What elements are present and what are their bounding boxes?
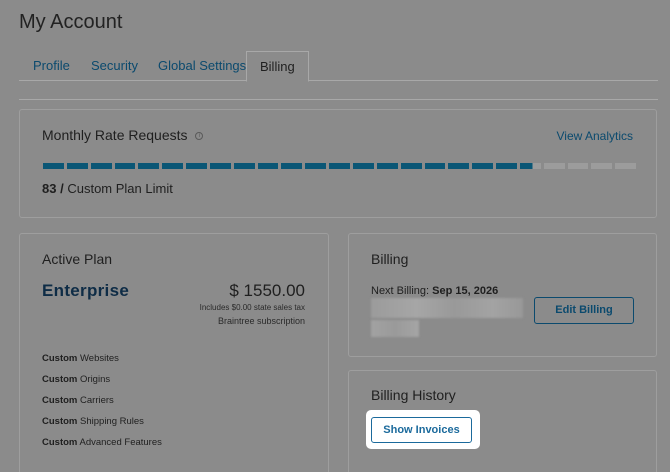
tab-security[interactable]: Security bbox=[91, 51, 138, 81]
progress-segment bbox=[591, 163, 613, 169]
usage-limit-label: Custom Plan Limit bbox=[67, 181, 173, 196]
billing-card: Billing Next Billing: Sep 15, 2026 Edit … bbox=[348, 233, 657, 357]
progress-segment bbox=[66, 163, 88, 169]
plan-feature: Custom Origins bbox=[42, 374, 162, 395]
progress-segment bbox=[43, 163, 64, 169]
plan-features-list: Custom Websites Custom Origins Custom Ca… bbox=[42, 353, 162, 458]
feature-label: Advanced Features bbox=[79, 437, 162, 448]
next-billing: Next Billing: Sep 15, 2026 bbox=[371, 285, 498, 297]
show-invoices-button[interactable]: Show Invoices bbox=[371, 417, 472, 443]
progress-segment bbox=[90, 163, 112, 169]
feature-label: Websites bbox=[80, 353, 119, 364]
progress-segment bbox=[305, 163, 327, 169]
plan-name: Enterprise bbox=[42, 281, 130, 300]
feature-label: Shipping Rules bbox=[80, 416, 144, 427]
plan-feature: Custom Advanced Features bbox=[42, 437, 162, 458]
info-icon[interactable]: i bbox=[195, 132, 204, 141]
progress-segment bbox=[448, 163, 470, 169]
usage-count: 83 bbox=[42, 181, 57, 196]
section-divider bbox=[19, 99, 658, 100]
edit-billing-button[interactable]: Edit Billing bbox=[534, 297, 634, 324]
tax-note: Includes $0.00 state sales tax bbox=[199, 303, 305, 312]
usage-progress-bar bbox=[43, 163, 637, 171]
rate-requests-card: Monthly Rate Requests i View Analytics 8… bbox=[19, 109, 657, 218]
progress-segment bbox=[472, 163, 494, 169]
subscription-provider: Braintree subscription bbox=[217, 316, 305, 326]
feature-qualifier: Custom bbox=[42, 374, 78, 385]
tab-profile[interactable]: Profile bbox=[33, 51, 70, 81]
feature-label: Carriers bbox=[80, 395, 114, 406]
redacted-payment-info bbox=[371, 320, 419, 337]
feature-label: Origins bbox=[80, 374, 111, 385]
feature-qualifier: Custom bbox=[42, 416, 78, 427]
progress-segment bbox=[543, 163, 565, 169]
progress-segment bbox=[376, 163, 398, 169]
progress-segment bbox=[352, 163, 374, 169]
active-plan-card: Active Plan Enterprise $ 1550.00 Include… bbox=[19, 233, 329, 472]
progress-segment bbox=[233, 163, 255, 169]
feature-qualifier: Custom bbox=[42, 437, 78, 448]
progress-segment bbox=[209, 163, 231, 169]
active-plan-heading: Active Plan bbox=[42, 251, 113, 267]
progress-segment bbox=[114, 163, 136, 169]
feature-qualifier: Custom bbox=[42, 353, 78, 364]
progress-segment bbox=[138, 163, 160, 169]
redacted-payment-info bbox=[371, 298, 523, 318]
plan-feature: Custom Carriers bbox=[42, 395, 162, 416]
progress-segment bbox=[329, 163, 350, 169]
progress-segment bbox=[281, 163, 303, 169]
next-billing-date: Sep 15, 2026 bbox=[432, 285, 499, 297]
tab-billing[interactable]: Billing bbox=[246, 51, 309, 82]
progress-segment bbox=[567, 163, 589, 169]
rate-requests-heading: Monthly Rate Requests i bbox=[42, 127, 204, 143]
usage-summary: 83 / Custom Plan Limit bbox=[42, 181, 173, 196]
usage-separator: / bbox=[60, 181, 64, 196]
progress-segment bbox=[186, 163, 207, 169]
plan-feature: Custom Websites bbox=[42, 353, 162, 374]
progress-segment bbox=[496, 163, 517, 169]
next-billing-label: Next Billing: bbox=[371, 285, 430, 297]
feature-qualifier: Custom bbox=[42, 395, 78, 406]
tab-global-settings[interactable]: Global Settings bbox=[158, 51, 246, 81]
progress-segment bbox=[615, 163, 637, 169]
progress-segment bbox=[400, 163, 422, 169]
progress-segment bbox=[424, 163, 446, 169]
page-title: My Account bbox=[19, 11, 123, 33]
account-tabs: Profile Security Global Settings Billing bbox=[19, 51, 658, 82]
billing-heading: Billing bbox=[371, 251, 409, 267]
plan-price: $ 1550.00 bbox=[229, 281, 305, 300]
progress-segment bbox=[519, 163, 541, 169]
rate-requests-title: Monthly Rate Requests bbox=[42, 127, 188, 143]
plan-feature: Custom Shipping Rules bbox=[42, 416, 162, 437]
progress-segment bbox=[162, 163, 184, 169]
billing-history-heading: Billing History bbox=[371, 387, 456, 403]
progress-segment bbox=[257, 163, 279, 169]
view-analytics-link[interactable]: View Analytics bbox=[557, 129, 633, 143]
